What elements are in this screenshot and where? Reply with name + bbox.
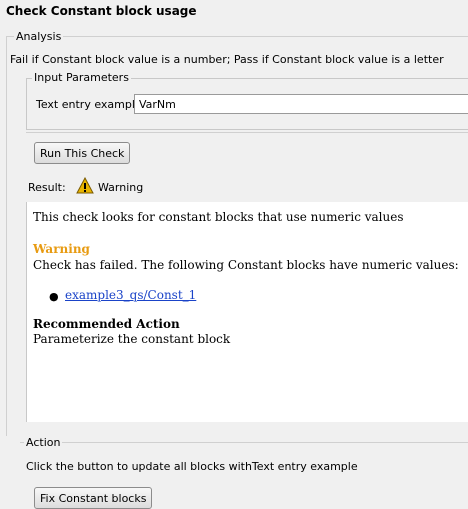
recommended-action-text: Parameterize the constant block [33,332,231,346]
report-warning-heading: Warning [33,242,90,256]
page-title: Check Constant block usage [6,4,197,18]
action-divider [20,442,468,443]
parameters-divider [26,132,468,133]
action-description: Click the button to update all blocks wi… [26,460,358,473]
report-intro: This check looks for constant blocks tha… [33,210,404,224]
text-entry-label: Text entry example [36,98,142,111]
analysis-left-border [6,36,7,436]
result-label: Result: [28,181,66,194]
result-status: Warning [98,181,144,194]
action-label: Action [24,436,63,449]
report-warning-text: Check has failed. The following Constant… [33,258,459,272]
analysis-label: Analysis [14,30,64,43]
input-parameters-label: Input Parameters [32,71,131,84]
recommended-action-heading: Recommended Action [33,317,180,331]
run-check-button[interactable]: Run This Check [34,142,131,164]
analysis-divider [6,36,468,37]
report-panel: This check looks for constant blocks tha… [26,202,468,422]
block-link[interactable]: example3_qs/Const_1 [65,288,196,302]
fix-constant-blocks-button[interactable]: Fix Constant blocks [34,487,153,509]
warning-icon [76,176,94,194]
text-entry-input[interactable] [134,94,468,114]
bullet-icon: ● [49,290,59,303]
analysis-description: Fail if Constant block value is a number… [10,53,444,66]
